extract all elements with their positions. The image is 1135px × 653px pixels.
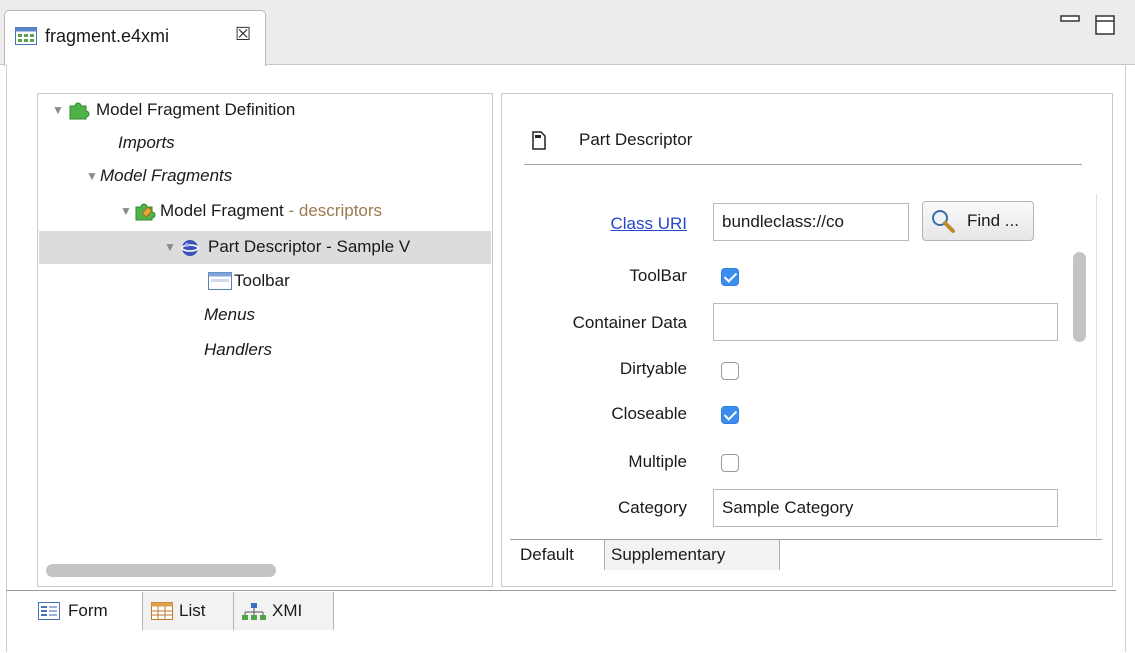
multiple-checkbox[interactable]	[721, 454, 739, 472]
tree-item-handlers[interactable]: Handlers	[204, 336, 272, 364]
closeable-checkbox[interactable]	[721, 406, 739, 424]
tab-form[interactable]: Form	[30, 592, 142, 630]
expand-arrow-icon[interactable]: ▼	[52, 96, 64, 124]
toolbar-checkbox[interactable]	[721, 268, 739, 286]
maximize-icon[interactable]	[1094, 14, 1116, 36]
list-table-icon	[151, 602, 173, 620]
closeable-label: Closeable	[611, 404, 687, 423]
e4xmi-file-icon	[15, 27, 37, 45]
tree-item-menus[interactable]: Menus	[204, 301, 255, 329]
xmi-hierarchy-icon	[242, 603, 266, 620]
tree-item-label: Model Fragment - descriptors	[160, 201, 383, 220]
bottom-tab-divider	[6, 590, 1116, 591]
horizontal-scrollbar-thumb[interactable]	[46, 564, 276, 577]
search-icon	[932, 210, 955, 233]
category-label: Category	[618, 498, 687, 517]
tab-list-label: List	[179, 601, 206, 620]
find-button[interactable]: Find ...	[922, 201, 1034, 241]
close-icon[interactable]: ☒	[235, 24, 251, 45]
tab-supplementary[interactable]: Supplementary	[604, 540, 780, 570]
tab-xmi[interactable]: XMI	[234, 592, 334, 630]
minimize-icon[interactable]	[1058, 12, 1084, 32]
part-descriptor-icon	[181, 240, 199, 256]
find-button-label: Find ...	[967, 211, 1019, 230]
tab-xmi-label: XMI	[272, 601, 303, 620]
dirtyable-checkbox[interactable]	[721, 362, 739, 380]
tab-list[interactable]: List	[142, 592, 234, 630]
model-tree: ▼ Model Fragment Definition Imports ▼ Mo…	[37, 93, 493, 587]
tree-item-label: Imports	[118, 133, 175, 152]
expand-arrow-icon[interactable]: ▼	[120, 197, 132, 225]
vertical-scrollbar-thumb[interactable]	[1073, 252, 1086, 342]
tab-default[interactable]: Default	[514, 540, 604, 570]
editor-tab-title: fragment.e4xmi	[45, 26, 170, 46]
container-data-field[interactable]	[713, 303, 1058, 341]
tree-item-imports[interactable]: Imports	[118, 129, 175, 157]
class-uri-field[interactable]: bundleclass://co	[713, 203, 909, 241]
expand-arrow-icon[interactable]: ▼	[86, 162, 98, 190]
tree-item-label: Toolbar	[234, 271, 290, 290]
fragment-puzzle-icon	[135, 203, 156, 221]
container-data-label: Container Data	[572, 313, 687, 332]
tree-item-label: Part Descriptor - Sample V	[208, 237, 411, 256]
details-panel: Part Descriptor Class URI bundleclass://…	[501, 93, 1113, 587]
editor-tab[interactable]: fragment.e4xmi ☒	[4, 10, 266, 66]
toolbar-icon	[208, 272, 232, 290]
part-descriptor-doc-icon	[532, 131, 546, 150]
title-separator	[524, 164, 1082, 165]
expand-arrow-icon[interactable]: ▼	[164, 233, 176, 261]
tree-item-label: Model Fragments	[100, 166, 233, 185]
toolbar-label: ToolBar	[629, 266, 687, 285]
details-title: Part Descriptor	[579, 130, 693, 149]
puzzle-piece-icon	[69, 102, 90, 120]
scrollbar-divider	[1096, 194, 1097, 537]
dirtyable-label: Dirtyable	[619, 359, 687, 378]
multiple-label: Multiple	[628, 452, 687, 471]
tab-form-label: Form	[68, 601, 108, 620]
category-field[interactable]: Sample Category	[713, 489, 1058, 527]
tree-item-label: Handlers	[204, 340, 273, 359]
tree-item-label: Menus	[204, 305, 256, 324]
class-uri-link[interactable]: Class URI	[507, 214, 687, 234]
tree-item-label: Model Fragment Definition	[96, 100, 296, 119]
form-icon	[38, 602, 60, 620]
